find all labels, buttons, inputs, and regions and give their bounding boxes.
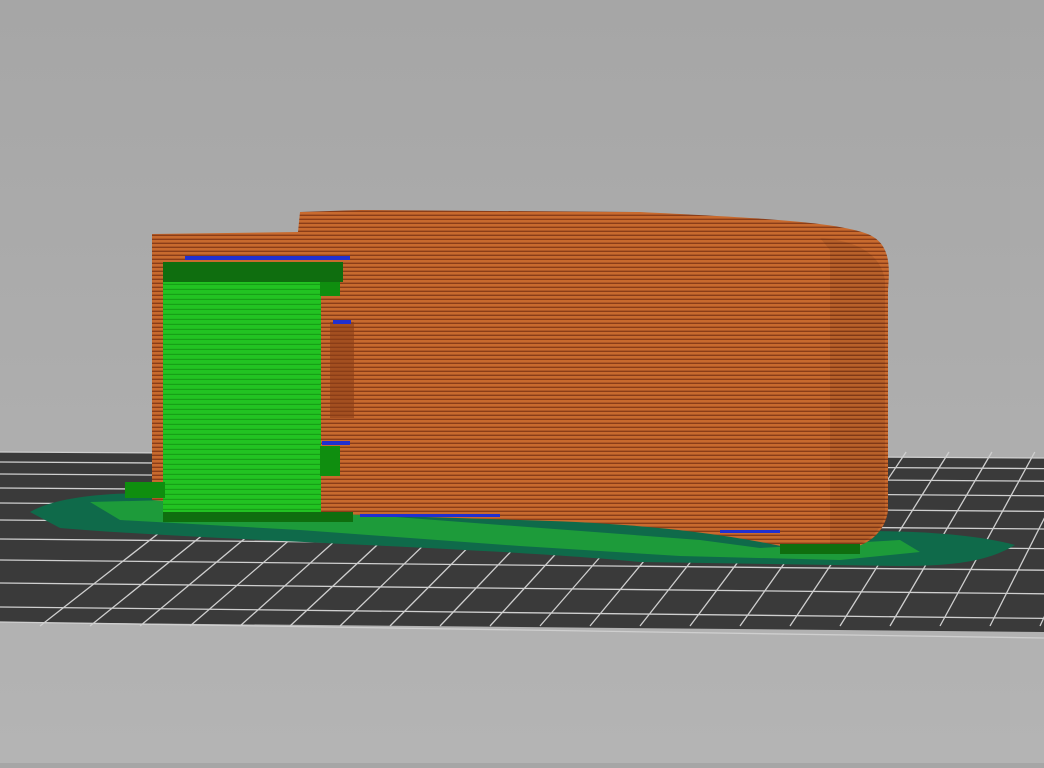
support-block [163, 262, 321, 516]
window-cutout [330, 322, 354, 418]
support-top [163, 262, 343, 282]
3d-preview-viewport[interactable] [0, 0, 1044, 763]
support-tab-1 [320, 282, 340, 296]
support-tab-2 [320, 446, 340, 476]
preview-canvas[interactable] [0, 0, 1044, 763]
foot-pad [780, 544, 860, 554]
support-interface-bottom [163, 512, 353, 522]
support-tab-3 [125, 482, 165, 498]
